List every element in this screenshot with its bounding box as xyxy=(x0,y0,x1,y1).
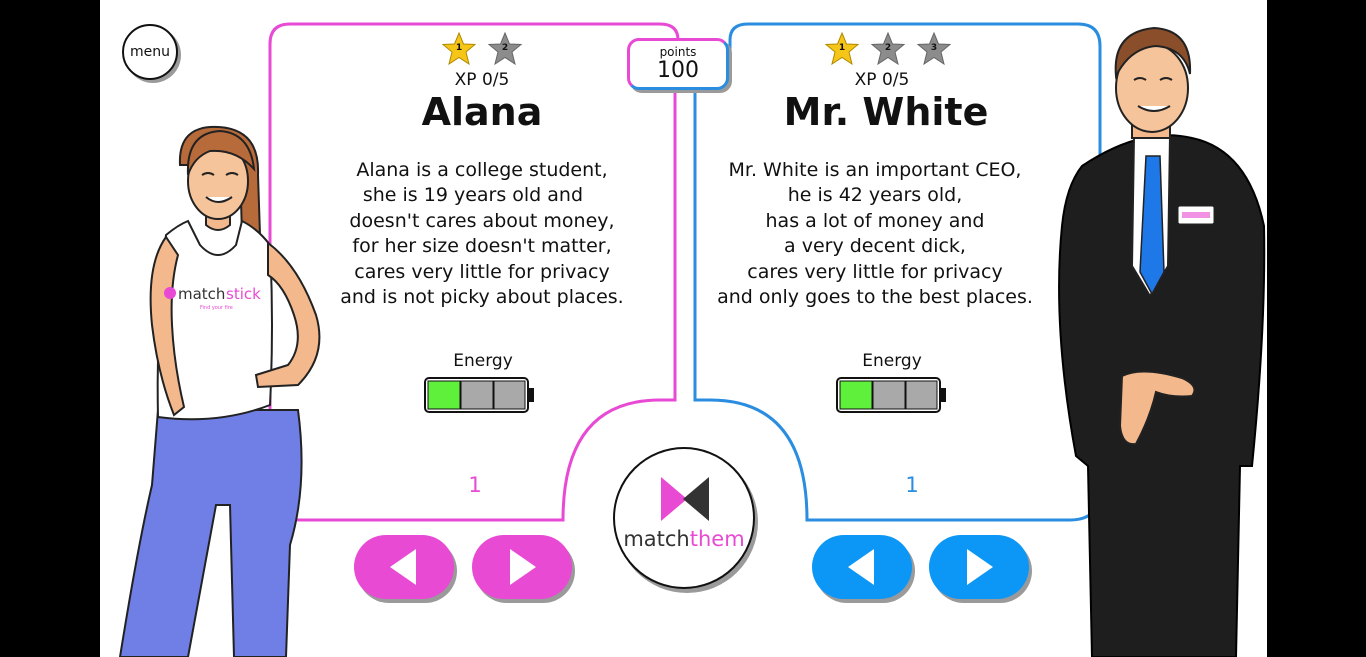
left-next-button[interactable] xyxy=(472,535,572,599)
right-next-button[interactable] xyxy=(929,535,1029,599)
right-prev-button[interactable] xyxy=(812,535,912,599)
left-energy-battery xyxy=(424,377,536,413)
left-counter: 1 xyxy=(468,473,482,497)
right-energy-battery xyxy=(836,377,948,413)
points-display: points 100 xyxy=(627,38,729,90)
triangle-left-icon xyxy=(390,549,416,585)
left-description: Alana is a college student, she is 19 ye… xyxy=(292,158,672,310)
triangle-left-icon xyxy=(848,549,874,585)
description-line: she is 19 years old and xyxy=(362,184,602,207)
description-line: a very decent dick, xyxy=(784,235,966,258)
left-xp: XP 0/5 xyxy=(454,70,510,90)
right-description: Mr. White is an important CEO, he is 42 … xyxy=(685,158,1065,310)
star-icon: 3 xyxy=(916,32,952,66)
description-line: Mr. White is an important CEO, xyxy=(728,159,1022,181)
description-line: for her size doesn't matter, xyxy=(352,235,612,258)
description-line: has a lot of money and xyxy=(765,209,985,232)
right-name: Mr. White xyxy=(783,90,989,134)
right-counter: 1 xyxy=(905,473,919,497)
points-label: points xyxy=(659,45,697,59)
mr-white-character xyxy=(1052,26,1267,657)
description-line: Alana is a college student, xyxy=(356,159,608,181)
description-line: and only goes to the best places. xyxy=(717,286,1033,309)
star-icon: 2 xyxy=(870,32,906,66)
left-star-rating: 1 2 xyxy=(441,32,523,66)
star-icon: 1 xyxy=(441,32,477,66)
shirt-logo-tagline: Find your fire xyxy=(200,305,233,311)
shirt-logo-stick: stick xyxy=(226,285,261,303)
match-them-logo-text: matchthem xyxy=(623,527,745,551)
left-prev-button[interactable] xyxy=(354,535,454,599)
points-value: 100 xyxy=(657,58,699,83)
star-icon: 2 xyxy=(487,32,523,66)
shirt-logo-match: match xyxy=(178,285,225,303)
star-icon: 1 xyxy=(824,32,860,66)
bowtie-icon xyxy=(661,477,709,521)
menu-button[interactable]: menu xyxy=(122,24,178,80)
description-line: cares very little for privacy xyxy=(747,260,1003,283)
right-energy-label: Energy xyxy=(862,351,922,371)
triangle-right-icon xyxy=(967,549,993,585)
match-them-button[interactable]: matchthem xyxy=(613,447,755,589)
triangle-right-icon xyxy=(510,549,536,585)
left-energy-label: Energy xyxy=(453,351,513,371)
right-star-rating: 1 2 3 xyxy=(824,32,952,66)
description-line: cares very little for privacy xyxy=(354,260,610,283)
description-line: and is not picky about places. xyxy=(340,286,624,309)
game-screen: menu match stick Find your fire 1 2 XP 0… xyxy=(100,0,1267,657)
description-line: he is 42 years old, xyxy=(787,184,963,207)
left-name: Alana xyxy=(421,90,543,134)
right-xp: XP 0/5 xyxy=(854,70,910,90)
description-line: doesn't cares about money, xyxy=(349,209,615,232)
